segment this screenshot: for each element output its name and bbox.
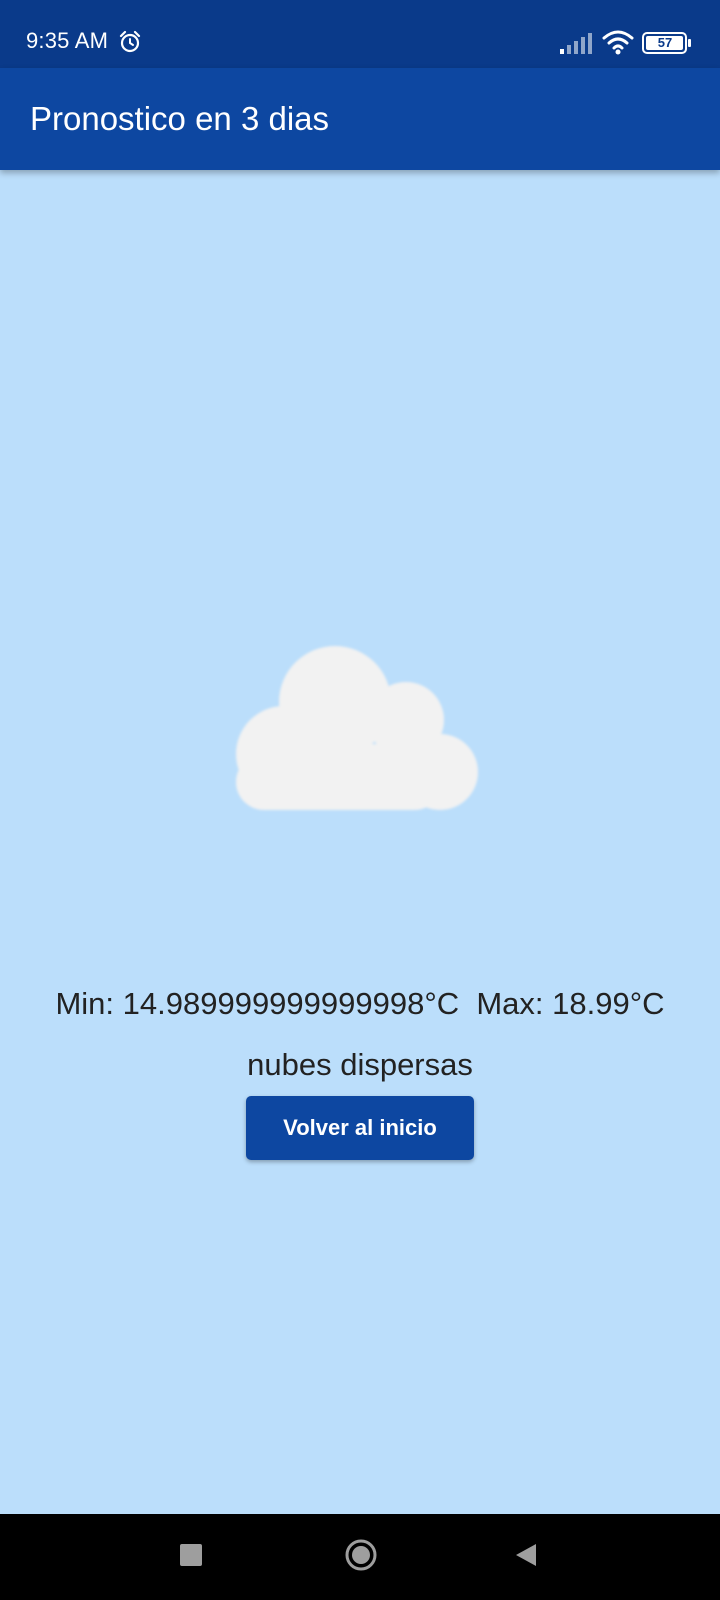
weather-description: nubes dispersas: [247, 1047, 473, 1082]
cloud-icon: [236, 646, 478, 810]
system-nav-bar: [0, 1514, 720, 1600]
app-bar: Pronostico en 3 dias: [0, 68, 720, 170]
battery-level: 57: [657, 35, 673, 50]
recents-icon[interactable]: [180, 1544, 202, 1566]
status-time: 9:35 AM: [26, 28, 109, 53]
temperature-range: Min: 14.989999999999998°C Max: 18.99°C: [55, 986, 665, 1021]
signal-icon: [560, 33, 592, 54]
wifi-icon: [602, 30, 634, 55]
home-icon[interactable]: [344, 1538, 378, 1572]
back-to-home-button[interactable]: Volver al inicio: [246, 1096, 474, 1160]
alarm-icon: [119, 30, 141, 53]
status-bar: 9:35 AM 57: [0, 0, 720, 68]
back-icon[interactable]: [514, 1542, 538, 1568]
page-title: Pronostico en 3 dias: [30, 100, 330, 137]
